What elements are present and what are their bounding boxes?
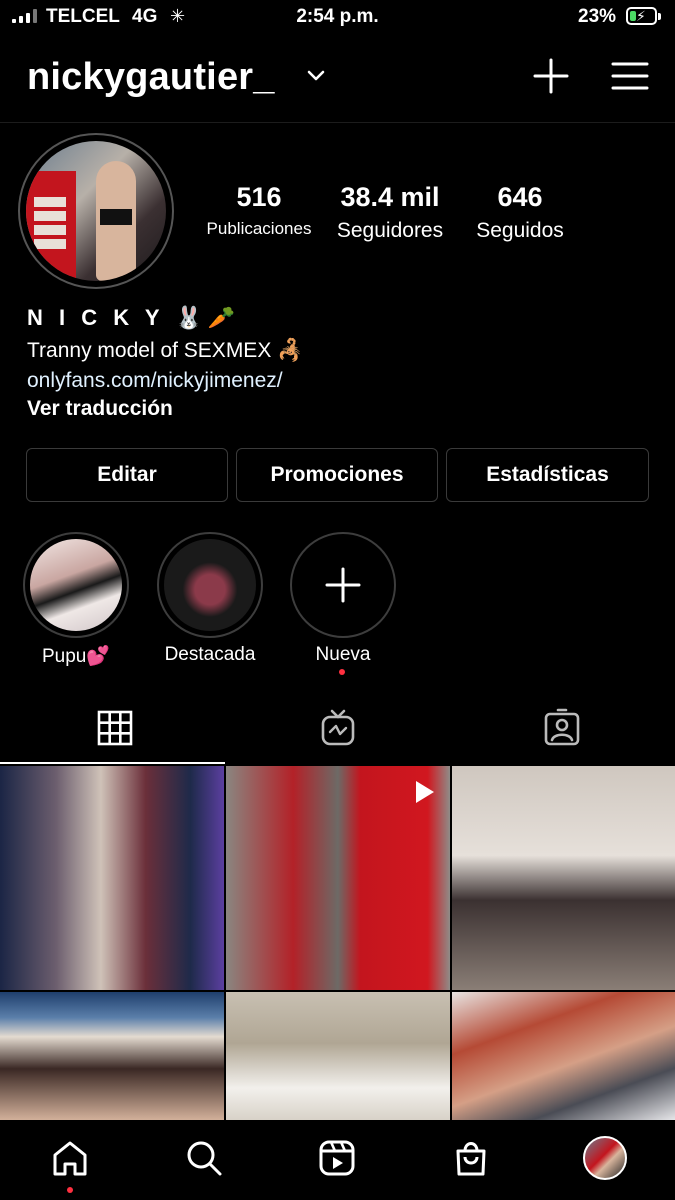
- stat-followers[interactable]: 38.4 mil Seguidores: [330, 182, 450, 243]
- header-divider: [0, 122, 675, 123]
- new-highlight-dot: [339, 669, 345, 675]
- highlight-label: Destacada: [164, 644, 256, 665]
- stat-followers-label: Seguidores: [336, 219, 444, 242]
- home-icon[interactable]: [50, 1138, 90, 1178]
- bio-link[interactable]: onlyfans.com/nickyjimenez/: [27, 369, 283, 393]
- stat-following-label: Seguidos: [476, 219, 564, 242]
- video-play-icon: [416, 781, 434, 803]
- stat-posts-value: 516: [236, 182, 282, 212]
- chevron-down-icon[interactable]: [306, 66, 326, 86]
- highlight-cover: [164, 539, 256, 631]
- edit-profile-button[interactable]: Editar: [26, 448, 228, 502]
- see-translation-link[interactable]: Ver traducción: [27, 397, 173, 421]
- post-thumbnail[interactable]: [0, 766, 224, 990]
- highlight-destacada[interactable]: [157, 532, 263, 638]
- post-thumbnail[interactable]: [0, 992, 224, 1120]
- highlight-cover: [30, 539, 122, 631]
- stat-posts[interactable]: 516 Publicaciones: [200, 182, 318, 239]
- reels-icon[interactable]: [317, 1138, 357, 1178]
- battery-icon: ⚡: [626, 7, 657, 25]
- bottom-nav: [0, 1120, 675, 1200]
- promotions-button[interactable]: Promociones: [236, 448, 438, 502]
- battery-percent: 23%: [578, 6, 617, 27]
- post-thumbnail[interactable]: [452, 992, 675, 1120]
- bio-text: Tranny model of SEXMEX 🦂: [27, 339, 304, 362]
- home-active-dot: [67, 1187, 73, 1193]
- tagged-tab-icon[interactable]: [542, 708, 582, 748]
- profile-username[interactable]: nickygautier_: [27, 56, 275, 99]
- post-thumbnail[interactable]: [226, 992, 450, 1120]
- plus-icon: [325, 567, 361, 603]
- stat-followers-value: 38.4 mil: [340, 182, 440, 212]
- battery-nub: [658, 13, 661, 20]
- highlight-label: Pupu💕: [41, 646, 111, 667]
- stat-following[interactable]: 646 Seguidos: [466, 182, 574, 243]
- status-bar: TELCEL 4G ✳ 2:54 p.m. 23% ⚡: [0, 0, 675, 36]
- grid-tab-icon[interactable]: [95, 708, 135, 748]
- post-thumbnail[interactable]: [452, 766, 675, 990]
- active-tab-indicator: [0, 762, 225, 764]
- highlight-new[interactable]: [290, 532, 396, 638]
- hamburger-menu-icon[interactable]: [609, 58, 651, 94]
- search-icon[interactable]: [184, 1138, 224, 1178]
- profile-avatar[interactable]: [26, 141, 166, 281]
- igtv-tab-icon[interactable]: [318, 708, 358, 748]
- highlight-pupu[interactable]: [23, 532, 129, 638]
- shop-icon[interactable]: [451, 1138, 491, 1178]
- new-post-plus-icon[interactable]: [531, 56, 571, 96]
- stat-posts-label: Publicaciones: [206, 219, 312, 238]
- stat-following-value: 646: [497, 182, 543, 212]
- highlight-label: Nueva: [315, 644, 371, 665]
- status-time: 2:54 p.m.: [296, 6, 379, 27]
- insights-button[interactable]: Estadísticas: [446, 448, 649, 502]
- bio-display-name: N I C K Y 🐰🥕: [27, 305, 241, 330]
- profile-tab-avatar[interactable]: [583, 1136, 627, 1180]
